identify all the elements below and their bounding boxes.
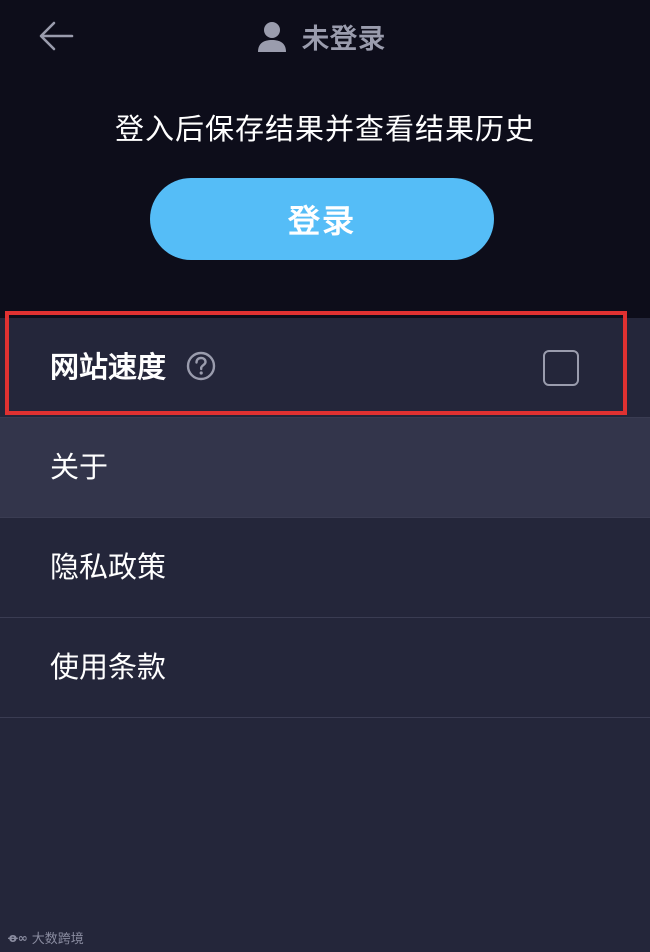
watermark-text: 大数跨境 [31,932,84,947]
menu-item-privacy-policy[interactable]: 隐私政策 [0,518,650,618]
menu-item-label: 关于 [50,450,109,484]
back-button[interactable] [36,18,76,54]
menu-item-website-speed[interactable]: 网站速度 [0,318,650,418]
menu-item-label: 使用条款 [50,650,167,684]
login-prompt: 登入后保存结果并查看结果历史 [114,112,535,146]
menu-item-about[interactable]: 关于 [0,418,650,518]
watermark-logo: ꝋ∞ [8,930,28,945]
settings-menu: 网站速度 关于 隐私政策 使用条款 [0,318,650,718]
user-status: 未登录 [256,14,386,58]
user-status-label: 未登录 [302,23,386,55]
login-button[interactable]: 登录 [150,178,494,260]
help-circle-icon[interactable] [186,351,216,381]
user-icon [258,22,286,52]
login-panel: 未登录 登入后保存结果并查看结果历史 登录 [0,0,650,318]
menu-item-label: 网站速度 [50,350,167,384]
website-speed-checkbox[interactable] [543,350,579,386]
watermark: ꝋ∞ 大数跨境 [8,928,84,948]
menu-item-label: 隐私政策 [50,550,167,584]
header: 未登录 [0,0,650,72]
arrow-left-icon [39,21,74,51]
menu-item-terms-of-use[interactable]: 使用条款 [0,618,650,718]
